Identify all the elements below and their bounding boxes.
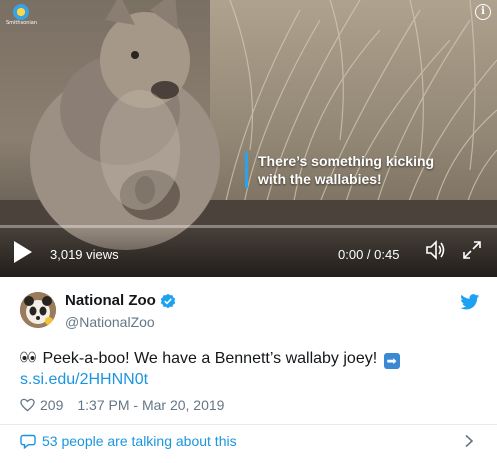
tweet-author: National Zoo @NationalZoo [20, 292, 480, 336]
video-caption: There’s something kicking with the walla… [245, 152, 434, 188]
caption-line-2: with the wallabies! [258, 171, 382, 187]
eyes-emoji-icon [20, 348, 38, 369]
caption-line-1: There’s something kicking [258, 153, 435, 169]
author-handle[interactable]: @NationalZoo [65, 314, 155, 330]
tweet-main-text: Peek-a-boo! We have a Bennett’s wallaby … [42, 350, 378, 367]
volume-icon[interactable] [424, 239, 446, 261]
verified-badge-icon [160, 293, 176, 308]
video-controls: 3,019 views 0:00 / 0:45 [0, 225, 497, 277]
tweet-link[interactable]: s.si.edu/2HHNN0t [20, 369, 480, 390]
info-icon[interactable]: i [475, 4, 491, 20]
play-icon[interactable] [14, 241, 32, 263]
time-display: 0:00 / 0:45 [338, 247, 400, 262]
tweet-text: Peek-a-boo! We have a Bennett’s wallaby … [20, 348, 480, 390]
divider [0, 424, 497, 425]
name-row: National Zoo [65, 292, 176, 309]
view-count: 3,019 views [50, 247, 119, 262]
like-count[interactable]: 209 [40, 397, 63, 413]
tweet-timestamp[interactable]: 1:37 PM - Mar 20, 2019 [77, 397, 224, 413]
fullscreen-icon[interactable] [461, 239, 483, 261]
right-arrow-emoji-icon: ➡ [383, 353, 400, 369]
chevron-right-icon[interactable] [464, 434, 474, 448]
tweet-text-line: Peek-a-boo! We have a Bennett’s wallaby … [20, 348, 480, 369]
sun-logo-icon [13, 4, 29, 20]
twitter-bird-icon[interactable] [460, 294, 480, 310]
talking-text: 53 people are talking about this [42, 433, 237, 449]
panda-avatar-icon [20, 292, 56, 328]
talking-about-link[interactable]: 53 people are talking about this [20, 431, 480, 451]
video-player[interactable]: Smithsonian i There’s something kicking … [0, 0, 497, 277]
avatar[interactable] [20, 292, 56, 328]
tweet-card: Smithsonian i There’s something kicking … [0, 0, 497, 463]
progress-bar[interactable] [0, 225, 497, 228]
tweet-meta: 209 1:37 PM - Mar 20, 2019 [20, 397, 224, 413]
author-name[interactable]: National Zoo [65, 292, 156, 309]
speech-bubble-icon [20, 434, 36, 449]
brand-text: Smithsonian [6, 20, 38, 26]
heart-icon[interactable] [20, 398, 35, 412]
smithsonian-logo: Smithsonian [6, 4, 38, 30]
